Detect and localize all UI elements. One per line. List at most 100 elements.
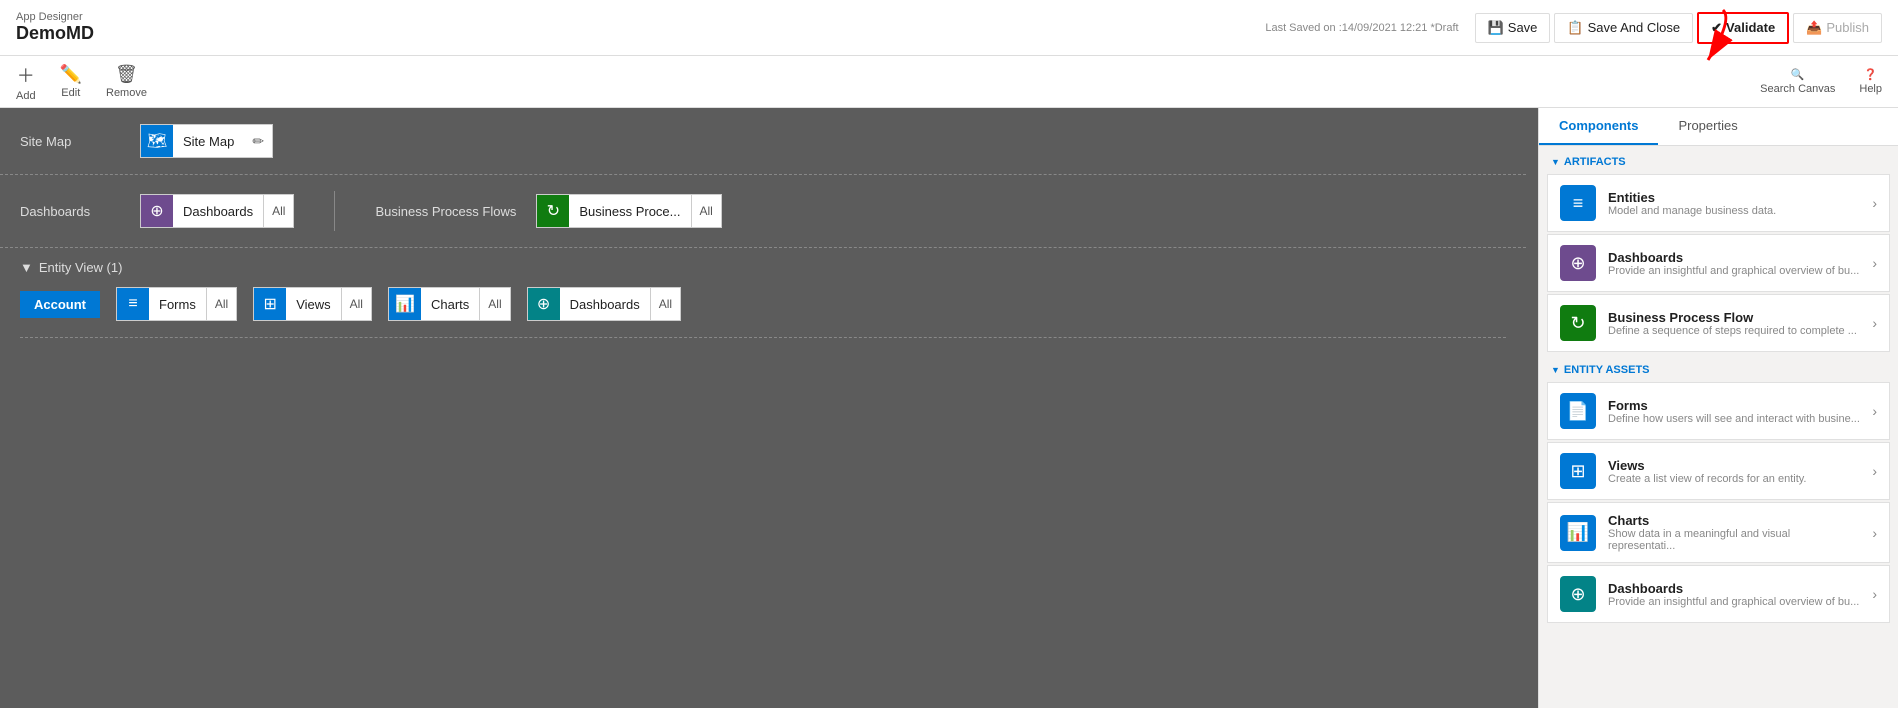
- panel-item-charts[interactable]: 📊 Charts Show data in a meaningful and v…: [1547, 502, 1890, 563]
- canvas: Site Map 🗺 Site Map ✏ Dashboards ⊕ Dashb…: [0, 108, 1538, 708]
- site-map-section-label: Site Map: [20, 134, 120, 149]
- panel-item-ea-dashboards[interactable]: ⊕ Dashboards Provide an insightful and g…: [1547, 565, 1890, 623]
- panel-item-entities[interactable]: ≡ Entities Model and manage business dat…: [1547, 174, 1890, 232]
- entity-dashboards-module-icon: ⊕: [528, 288, 560, 320]
- right-panel: Components Properties ARTIFACTS ≡ Entiti…: [1538, 108, 1898, 708]
- views-module-icon: ⊞: [254, 288, 286, 320]
- app-name: DemoMD: [16, 23, 94, 44]
- entities-arrow-icon: ›: [1872, 195, 1877, 211]
- help-label: Help: [1859, 83, 1882, 95]
- charts-arrow-icon: ›: [1872, 525, 1877, 541]
- help-icon: ❓: [1864, 68, 1878, 81]
- forms-panel-text: Forms Define how users will see and inte…: [1608, 398, 1860, 425]
- views-panel-title: Views: [1608, 458, 1860, 473]
- bpf-module-name: Business Proce...: [569, 204, 690, 219]
- panel-item-dashboards[interactable]: ⊕ Dashboards Provide an insightful and g…: [1547, 234, 1890, 292]
- search-canvas-tool[interactable]: 🔍 Search Canvas: [1760, 68, 1835, 95]
- forms-panel-desc: Define how users will see and interact w…: [1608, 413, 1860, 425]
- entities-title: Entities: [1608, 190, 1860, 205]
- publish-icon: 📤: [1806, 20, 1822, 36]
- dashboards-section: Dashboards ⊕ Dashboards All Business Pro…: [0, 175, 1526, 248]
- save-button[interactable]: 💾 Save: [1475, 13, 1551, 43]
- edit-tool[interactable]: ✏️ Edit: [60, 64, 82, 99]
- validate-label: Validate: [1726, 20, 1775, 35]
- charts-module-box[interactable]: 📊 Charts All: [388, 287, 511, 321]
- last-saved-label: Last Saved on :14/09/2021 12:21 *Draft: [1265, 22, 1458, 34]
- dashboards-all-btn[interactable]: All: [263, 195, 293, 227]
- views-all-btn[interactable]: All: [341, 288, 371, 320]
- views-module-box[interactable]: ⊞ Views All: [253, 287, 372, 321]
- save-icon: 💾: [1488, 20, 1504, 36]
- views-panel-icon: ⊞: [1560, 453, 1596, 489]
- forms-all-btn[interactable]: All: [206, 288, 236, 320]
- help-tool[interactable]: ❓ Help: [1859, 68, 1882, 95]
- bpf-arrow-icon: ›: [1872, 315, 1877, 331]
- forms-panel-title: Forms: [1608, 398, 1860, 413]
- charts-module-name: Charts: [421, 297, 479, 312]
- tab-properties[interactable]: Properties: [1658, 108, 1757, 145]
- dashboards-panel-icon: ⊕: [1560, 245, 1596, 281]
- add-tool[interactable]: ＋ Add: [16, 62, 36, 102]
- views-panel-text: Views Create a list view of records for …: [1608, 458, 1860, 485]
- views-module-name: Views: [286, 297, 340, 312]
- publish-button[interactable]: 📤 Publish: [1793, 13, 1882, 43]
- forms-module-icon: ≡: [117, 288, 149, 320]
- site-map-name: Site Map: [173, 134, 244, 149]
- views-panel-desc: Create a list view of records for an ent…: [1608, 473, 1860, 485]
- views-arrow-icon: ›: [1872, 463, 1877, 479]
- site-map-section: Site Map 🗺 Site Map ✏: [0, 108, 1526, 175]
- panel-item-bpf[interactable]: ↻ Business Process Flow Define a sequenc…: [1547, 294, 1890, 352]
- publish-label: Publish: [1826, 20, 1869, 35]
- panel-item-views[interactable]: ⊞ Views Create a list view of records fo…: [1547, 442, 1890, 500]
- save-close-icon: 📋: [1567, 20, 1583, 36]
- ea-dashboards-arrow-icon: ›: [1872, 586, 1877, 602]
- charts-panel-title: Charts: [1608, 513, 1860, 528]
- save-and-close-button[interactable]: 📋 Save And Close: [1554, 13, 1693, 43]
- entities-icon: ≡: [1560, 185, 1596, 221]
- entities-desc: Model and manage business data.: [1608, 205, 1860, 217]
- validate-button[interactable]: ✔ Validate: [1697, 12, 1789, 44]
- edit-icon: ✏️: [60, 64, 82, 85]
- remove-icon: 🗑: [115, 64, 138, 85]
- tab-components[interactable]: Components: [1539, 108, 1658, 145]
- entity-view-label: Entity View (1): [39, 260, 123, 275]
- entity-assets-section-title: ENTITY ASSETS: [1539, 354, 1898, 380]
- artifacts-section-title: ARTIFACTS: [1539, 146, 1898, 172]
- bpf-module-box[interactable]: ↻ Business Proce... All: [536, 194, 722, 228]
- bpf-all-btn[interactable]: All: [691, 195, 721, 227]
- dashboards-arrow-icon: ›: [1872, 255, 1877, 271]
- entity-view-chevron-icon: ▼: [20, 260, 33, 275]
- ea-dashboards-panel-desc: Provide an insightful and graphical over…: [1608, 596, 1860, 608]
- main-layout: Site Map 🗺 Site Map ✏ Dashboards ⊕ Dashb…: [0, 108, 1898, 708]
- app-info: App Designer DemoMD: [16, 11, 94, 44]
- entity-view-section: ▼ Entity View (1) Account ≡ Forms All ⊞ …: [0, 248, 1526, 338]
- add-icon: ＋: [17, 62, 35, 88]
- charts-panel-icon: 📊: [1560, 515, 1596, 551]
- top-bar: App Designer DemoMD Last Saved on :14/09…: [0, 0, 1898, 56]
- panel-item-forms[interactable]: 📄 Forms Define how users will see and in…: [1547, 382, 1890, 440]
- charts-all-btn[interactable]: All: [479, 288, 509, 320]
- save-close-label: Save And Close: [1588, 20, 1681, 35]
- toolbar: ＋ Add ✏️ Edit 🗑 Remove 🔍 Search Canvas ❓…: [0, 56, 1898, 108]
- forms-module-box[interactable]: ≡ Forms All: [116, 287, 237, 321]
- entity-dashboards-module-box[interactable]: ⊕ Dashboards All: [527, 287, 681, 321]
- dashboards-module-box[interactable]: ⊕ Dashboards All: [140, 194, 294, 228]
- dashboards-panel-title: Dashboards: [1608, 250, 1860, 265]
- site-map-edit-icon[interactable]: ✏: [244, 133, 272, 150]
- dashboards-module-name: Dashboards: [173, 204, 263, 219]
- section-divider: [334, 191, 335, 231]
- bpf-panel-title: Business Process Flow: [1608, 310, 1860, 325]
- toolbar-right: 🔍 Search Canvas ❓ Help: [1760, 68, 1882, 95]
- remove-tool[interactable]: 🗑 Remove: [106, 64, 147, 99]
- validate-icon: ✔: [1711, 20, 1722, 36]
- account-tag[interactable]: Account: [20, 291, 100, 318]
- entity-view-header: ▼ Entity View (1): [20, 260, 1506, 275]
- site-map-box[interactable]: 🗺 Site Map ✏: [140, 124, 273, 158]
- entity-dashboards-all-btn[interactable]: All: [650, 288, 680, 320]
- add-label: Add: [16, 90, 36, 102]
- dashboards-section-label: Dashboards: [20, 204, 120, 219]
- entity-items-row: Account ≡ Forms All ⊞ Views All 📊 Charts: [20, 287, 1506, 338]
- entities-text: Entities Model and manage business data.: [1608, 190, 1860, 217]
- site-map-icon: 🗺: [141, 125, 173, 157]
- ea-dashboards-panel-title: Dashboards: [1608, 581, 1860, 596]
